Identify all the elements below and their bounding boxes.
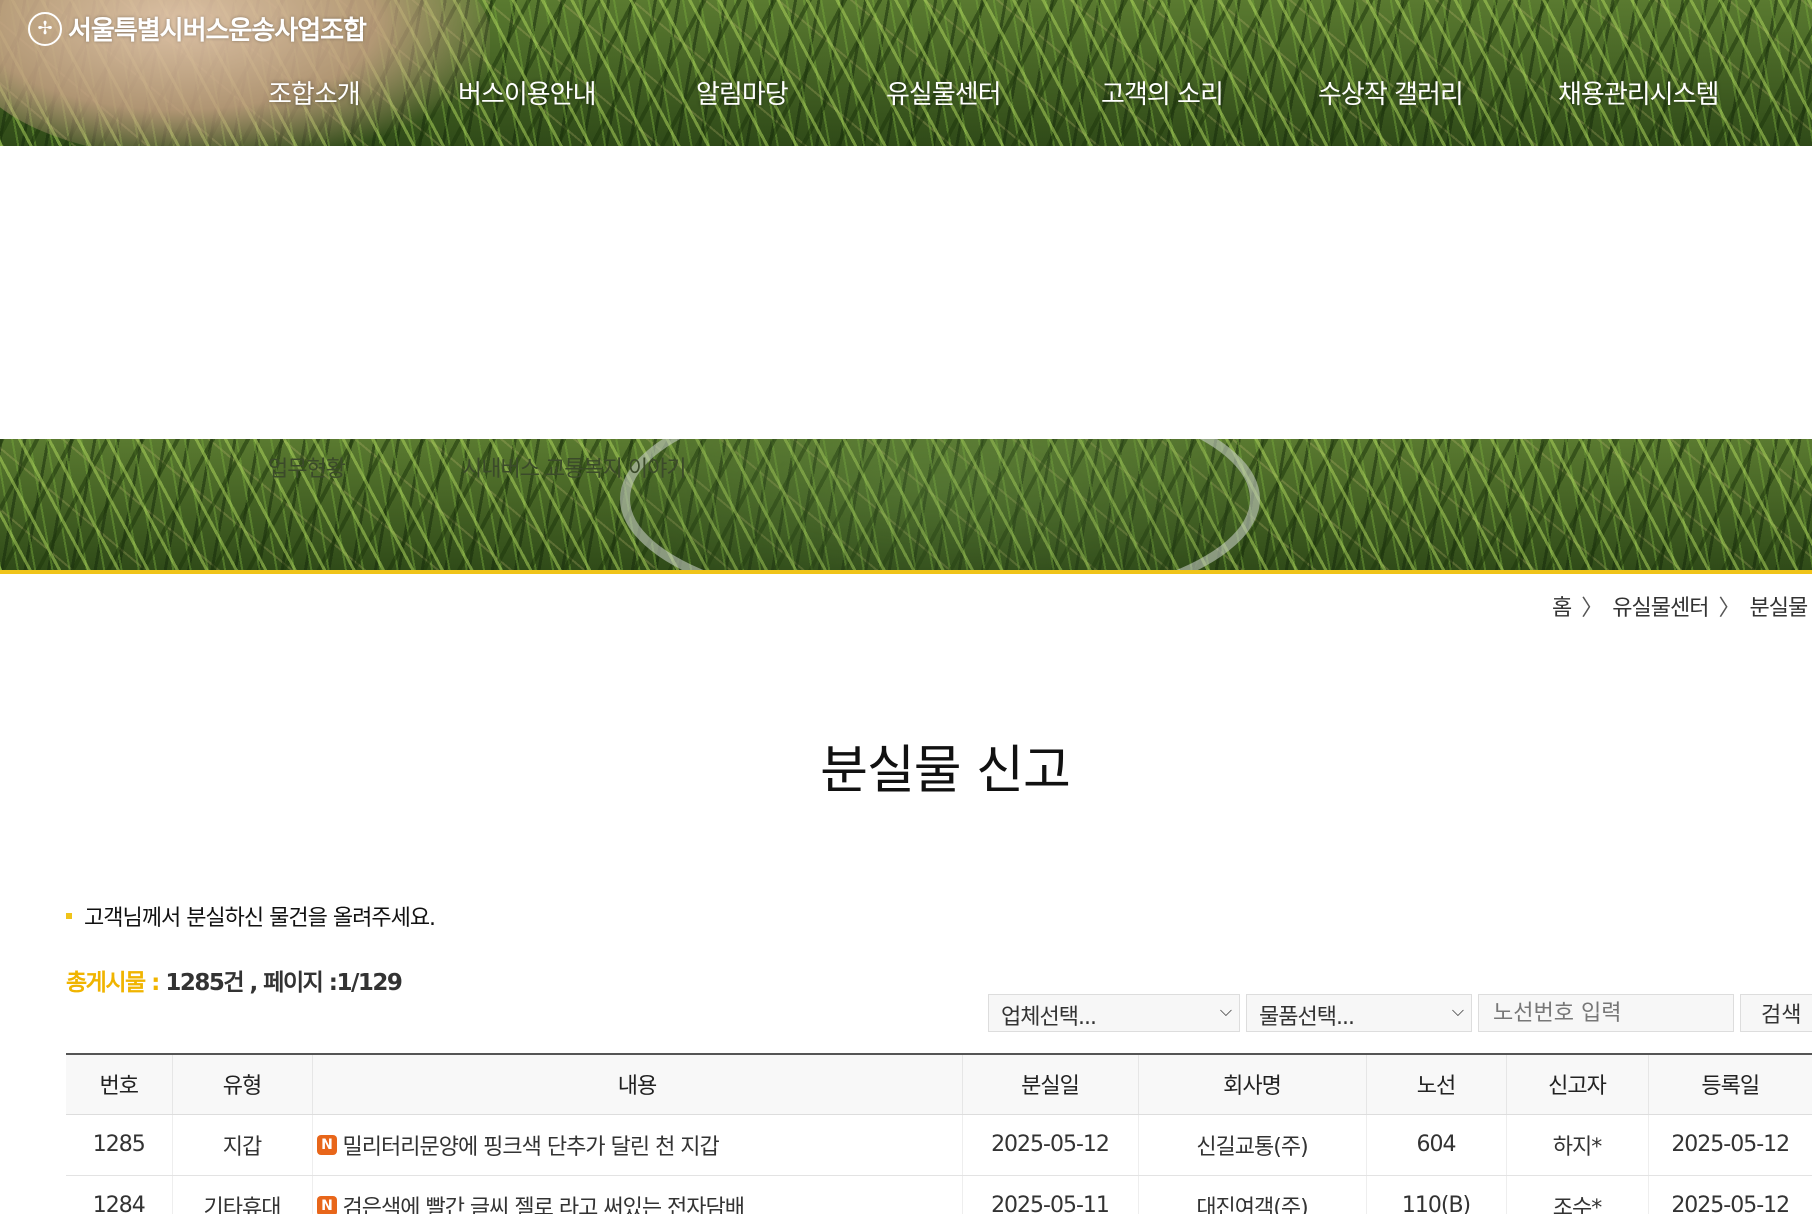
- post-link[interactable]: 검은색에 빨간 글씨 젤로 라고 써있는 전자담배: [343, 1196, 746, 1214]
- nav-item-bus-guide[interactable]: 버스이용안내: [458, 74, 597, 111]
- item-select[interactable]: 물품선택... ⌵: [1246, 994, 1472, 1032]
- cell-reporter: 하지*: [1505, 1114, 1648, 1176]
- item-select-value: 물품선택...: [1259, 1005, 1355, 1030]
- table-row[interactable]: 1285 지갑 N 밀리터리문양에 핑크색 단추가 달린 천 지갑 2025-05…: [66, 1114, 1812, 1176]
- bullet-icon: [66, 913, 72, 919]
- magnifier-lens-image: [620, 439, 1260, 572]
- main-nav: 조합소개 버스이용안내 알림마당 유실물센터 고객의 소리 수상작 갤러리 채용…: [0, 74, 1812, 114]
- breadcrumb: 홈 〉 유실물센터 〉 분실물 신고: [1552, 590, 1812, 622]
- notice-label: 고객님께서 분실하신 물건을 올려주세요.: [84, 906, 436, 931]
- cell-route: 604: [1365, 1114, 1506, 1176]
- breadcrumb-home[interactable]: 홈: [1552, 596, 1572, 621]
- breadcrumb-current: 분실물 신고: [1749, 596, 1812, 621]
- nav-item-notice[interactable]: 알림마당: [696, 74, 789, 111]
- table-row[interactable]: 1284 기타휴대 N 검은색에 빨간 글씨 젤로 라고 써있는 전자담배 202…: [66, 1175, 1812, 1214]
- cell-reporter: 조수*: [1505, 1175, 1648, 1214]
- breadcrumb-separator-icon: 〉: [1581, 596, 1603, 621]
- lost-items-table-wrap: 번호 유형 내용 분실일 회사명 노선 신고자 등록일 1285 지갑 N 밀리터…: [66, 1053, 1812, 1214]
- table-header-row: 번호 유형 내용 분실일 회사명 노선 신고자 등록일: [66, 1054, 1812, 1115]
- cell-content: N 검은색에 빨간 글씨 젤로 라고 써있는 전자담배: [311, 1175, 962, 1214]
- col-header-number: 번호: [66, 1054, 172, 1115]
- col-header-type: 유형: [171, 1054, 312, 1115]
- cell-content: N 밀리터리문양에 핑크색 단추가 달린 천 지갑: [311, 1114, 962, 1176]
- new-badge-icon: N: [316, 1134, 337, 1155]
- cell-lost-date: 2025-05-11: [961, 1175, 1138, 1214]
- cell-lost-date: 2025-05-12: [961, 1114, 1138, 1176]
- chevron-down-icon: ⌵: [1451, 1001, 1464, 1020]
- search-button[interactable]: 검색: [1740, 994, 1812, 1032]
- nav-item-customer-voice[interactable]: 고객의 소리: [1101, 74, 1224, 111]
- site-logo[interactable]: ✢ 서울특별시버스운송사업조합: [28, 10, 367, 47]
- nav-item-lost-found[interactable]: 유실물센터: [886, 74, 1002, 111]
- dropdown-submenu-area: [0, 146, 1812, 439]
- col-header-reg-date: 등록일: [1647, 1054, 1812, 1115]
- col-header-company: 회사명: [1137, 1054, 1366, 1115]
- cell-type: 지갑: [171, 1114, 312, 1176]
- logo-text: 서울특별시버스운송사업조합: [68, 16, 367, 46]
- cell-number: 1285: [66, 1114, 172, 1176]
- submenu-item-welfare-story[interactable]: 시내버스 교통복지 이야기: [462, 451, 687, 483]
- nav-item-about[interactable]: 조합소개: [268, 74, 361, 111]
- cell-number: 1284: [66, 1175, 172, 1214]
- logo-emblem-icon: ✢: [28, 11, 62, 46]
- cell-reg-date: 2025-05-12: [1647, 1114, 1812, 1176]
- cell-reg-date: 2025-05-12: [1647, 1175, 1812, 1214]
- counter-value: 1285건 , 페이지 :1/129: [158, 970, 403, 996]
- counter-label: 총게시물 :: [66, 970, 160, 996]
- breadcrumb-lost-center[interactable]: 유실물센터: [1612, 596, 1709, 621]
- col-header-route: 노선: [1365, 1054, 1506, 1115]
- page-title: 분실물 신고: [820, 741, 1071, 801]
- notice-text: 고객님께서 분실하신 물건을 올려주세요.: [66, 900, 436, 932]
- col-header-content: 내용: [311, 1054, 962, 1115]
- site-header: ✢ 서울특별시버스운송사업조합 조합소개 버스이용안내 알림마당 유실물센터 고…: [0, 0, 1812, 146]
- submenu-item-status[interactable]: 업무현황: [268, 451, 346, 483]
- cell-company: 신길교통(주): [1137, 1114, 1366, 1176]
- lost-items-table: 번호 유형 내용 분실일 회사명 노선 신고자 등록일 1285 지갑 N 밀리터…: [66, 1053, 1812, 1214]
- nav-item-recruitment[interactable]: 채용관리시스템: [1558, 74, 1719, 111]
- post-counter: 총게시물 : 1285건 , 페이지 :1/129: [66, 963, 403, 997]
- accent-divider: [0, 570, 1812, 574]
- breadcrumb-separator-icon: 〉: [1718, 596, 1740, 621]
- sub-visual-banner: 업무현황 시내버스 교통복지 이야기: [0, 439, 1812, 572]
- post-link[interactable]: 밀리터리문양에 핑크색 단추가 달린 천 지갑: [343, 1135, 720, 1160]
- route-number-input[interactable]: [1478, 994, 1734, 1032]
- search-bar: 업체선택... ⌵ 물품선택... ⌵ 검색: [988, 994, 1812, 1032]
- chevron-down-icon: ⌵: [1219, 1001, 1232, 1020]
- col-header-lost-date: 분실일: [961, 1054, 1138, 1115]
- nav-item-gallery[interactable]: 수상작 갤러리: [1318, 74, 1464, 111]
- cell-type: 기타휴대: [171, 1175, 312, 1214]
- cell-route: 110(B): [1365, 1175, 1506, 1214]
- company-select[interactable]: 업체선택... ⌵: [988, 994, 1240, 1032]
- col-header-reporter: 신고자: [1505, 1054, 1648, 1115]
- new-badge-icon: N: [316, 1195, 337, 1214]
- cell-company: 대진여객(주): [1137, 1175, 1366, 1214]
- company-select-value: 업체선택...: [1001, 1005, 1097, 1030]
